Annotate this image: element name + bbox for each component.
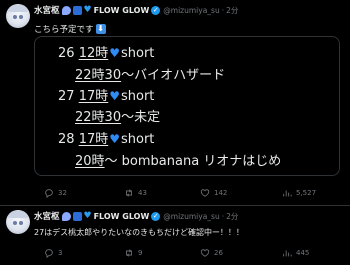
schedule-day: 27 [58,89,75,104]
retweet-icon [126,249,132,257]
schedule-title: short [121,132,155,147]
reply-button[interactable]: 3 [44,248,124,258]
schedule-line: 22時30 ～未定 [75,106,160,125]
schedule-time: 22時30 [75,68,122,83]
retweet-count: 9 [138,249,143,257]
schedule-time: 20時 [75,154,105,169]
retweet-icon [126,189,132,197]
heart-icon [200,189,210,197]
tweet-time[interactable]: 2分 [226,5,238,16]
repeat-icon [72,211,82,221]
author-handle[interactable]: @mizumiya_su [163,6,219,15]
tweet-text-content: こちら予定です [34,25,94,35]
tweet-1[interactable]: 水宮枢 ♥ FLOW GLOW ✓ @mizumiya_su · 2分 こちら予… [0,0,350,206]
avatar[interactable] [6,210,30,234]
views-button[interactable]: 5,527 [282,188,342,198]
tweet-actions: 32 43 142 5,527 [44,188,344,198]
reply-icon [45,189,53,198]
schedule-time: 22時30 [75,110,122,125]
schedule-title: ～未定 [121,110,161,125]
author-handle[interactable]: @mizumiya_su [163,212,219,221]
tweet-text: こちら予定です ⬇ [34,23,106,35]
tweet-text: 27はデス桃太郎やりたいなのきもちだけど確認中ー！！！ [34,228,244,237]
blue-heart-icon: ♥ [109,89,120,103]
schedule-time: 12時 [78,46,109,61]
retweet-count: 43 [138,189,147,197]
views-count: 5,527 [296,189,317,197]
views-button[interactable]: 445 [282,248,342,258]
like-button[interactable]: 142 [200,188,282,198]
views-count: 445 [296,249,310,257]
views-icon [283,250,292,257]
brand-name: FLOW GLOW [93,5,150,15]
like-button[interactable]: 26 [200,248,282,258]
separator: · [221,5,225,15]
tweet-header: 水宮枢 ♥ FLOW GLOW ✓ @mizumiya_su · 2分 [34,3,238,17]
heart-icon [200,249,210,257]
separator: · [221,211,225,221]
retweet-button[interactable]: 9 [124,248,200,258]
reply-button[interactable]: 32 [44,188,124,198]
schedule-day: 26 [58,46,75,61]
schedule-image[interactable]: 26 12時 ♥ short 22時30 ～バイオハザード 27 17時 ♥ short … [34,36,340,176]
reply-count: 32 [58,189,67,197]
like-count: 142 [214,189,228,197]
verified-icon: ✓ [151,5,161,15]
tweet-actions: 3 9 26 445 [44,248,344,258]
schedule-line: 26 12時 ♥ short [58,42,154,61]
schedule-title: short [121,46,155,61]
brand-name: FLOW GLOW [93,211,150,221]
schedule-time: 17時 [78,89,109,104]
verified-icon: ✓ [151,211,161,221]
reply-icon [45,249,53,258]
speech-bubble-icon [61,5,71,15]
author-name[interactable]: 水宮枢 [34,210,60,222]
schedule-time: 17時 [78,132,109,147]
tweet-time[interactable]: 2分 [226,211,238,222]
schedule-line: 20時～ bombanana リオナはじめ [75,150,281,169]
blue-heart-icon: ♥ [83,4,92,15]
blue-heart-icon: ♥ [83,210,92,221]
tweet-header: 水宮枢 ♥ FLOW GLOW ✓ @mizumiya_su · 2分 [34,209,238,223]
schedule-title: ～ bombanana リオナはじめ [104,154,282,169]
repeat-icon [72,5,82,15]
avatar[interactable] [6,4,30,28]
schedule-day: 28 [58,132,75,147]
down-arrow-icon: ⬇ [95,24,106,34]
schedule-title: ～バイオハザード [121,68,226,83]
like-count: 26 [214,249,223,257]
tweet-2[interactable]: 水宮枢 ♥ FLOW GLOW ✓ @mizumiya_su · 2分 27はデ… [0,206,350,265]
schedule-line: 22時30 ～バイオハザード [75,64,225,83]
author-name[interactable]: 水宮枢 [34,4,60,16]
views-icon [283,190,292,197]
reply-count: 3 [58,249,63,257]
retweet-button[interactable]: 43 [124,188,200,198]
schedule-title: short [121,89,155,104]
blue-heart-icon: ♥ [109,46,120,60]
schedule-line: 27 17時 ♥ short [58,85,154,104]
blue-heart-icon: ♥ [109,132,120,146]
speech-bubble-icon [61,211,71,221]
schedule-line: 28 17時 ♥ short [58,128,154,147]
